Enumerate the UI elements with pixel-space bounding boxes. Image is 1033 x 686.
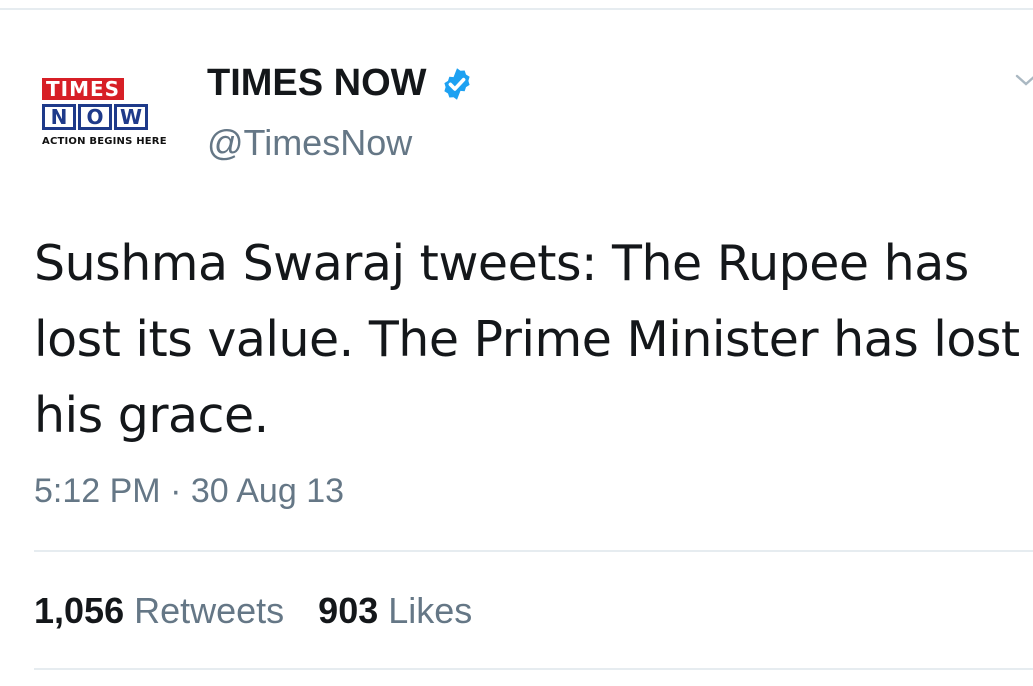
tweet-text: Sushma Swaraj tweets: The Rupee has lost… (34, 235, 1020, 444)
tweet-time: 5:12 PM (34, 472, 161, 510)
timestamp-separator: · (170, 472, 182, 510)
engagement-stats: 1,056 Retweets 903 Likes (34, 590, 472, 632)
logo-letter: N (42, 104, 76, 130)
retweets-count: 1,056 (34, 590, 125, 631)
logo-word-times: TIMES (42, 78, 125, 100)
likes-stat[interactable]: 903 Likes (318, 590, 472, 632)
logo-letter: O (78, 104, 112, 130)
logo-letter: W (114, 104, 148, 130)
retweets-stat[interactable]: 1,056 Retweets (34, 590, 284, 632)
tweet-date: 30 Aug 13 (190, 472, 345, 510)
display-name[interactable]: TIMES NOW (207, 62, 475, 105)
display-name-text: TIMES NOW (207, 62, 427, 104)
logo-word-now: N O W (42, 104, 148, 130)
user-handle[interactable]: @TimesNow (207, 122, 412, 164)
divider (34, 550, 1033, 552)
logo-tagline: ACTION BEGINS HERE (42, 136, 167, 147)
avatar[interactable]: TIMES N O W ACTION BEGINS HERE (34, 74, 174, 160)
divider (34, 668, 1033, 670)
likes-label: Likes (388, 590, 473, 631)
likes-count: 903 (318, 590, 379, 631)
top-divider (0, 0, 1033, 10)
tweet-screen: TIMES N O W ACTION BEGINS HERE TIMES NOW… (0, 0, 1033, 686)
chevron-down-icon[interactable] (1015, 70, 1033, 92)
retweets-label: Retweets (134, 590, 285, 631)
verified-badge-icon (443, 67, 470, 100)
tweet-timestamp[interactable]: 5:12 PM · 30 Aug 13 (34, 472, 344, 511)
